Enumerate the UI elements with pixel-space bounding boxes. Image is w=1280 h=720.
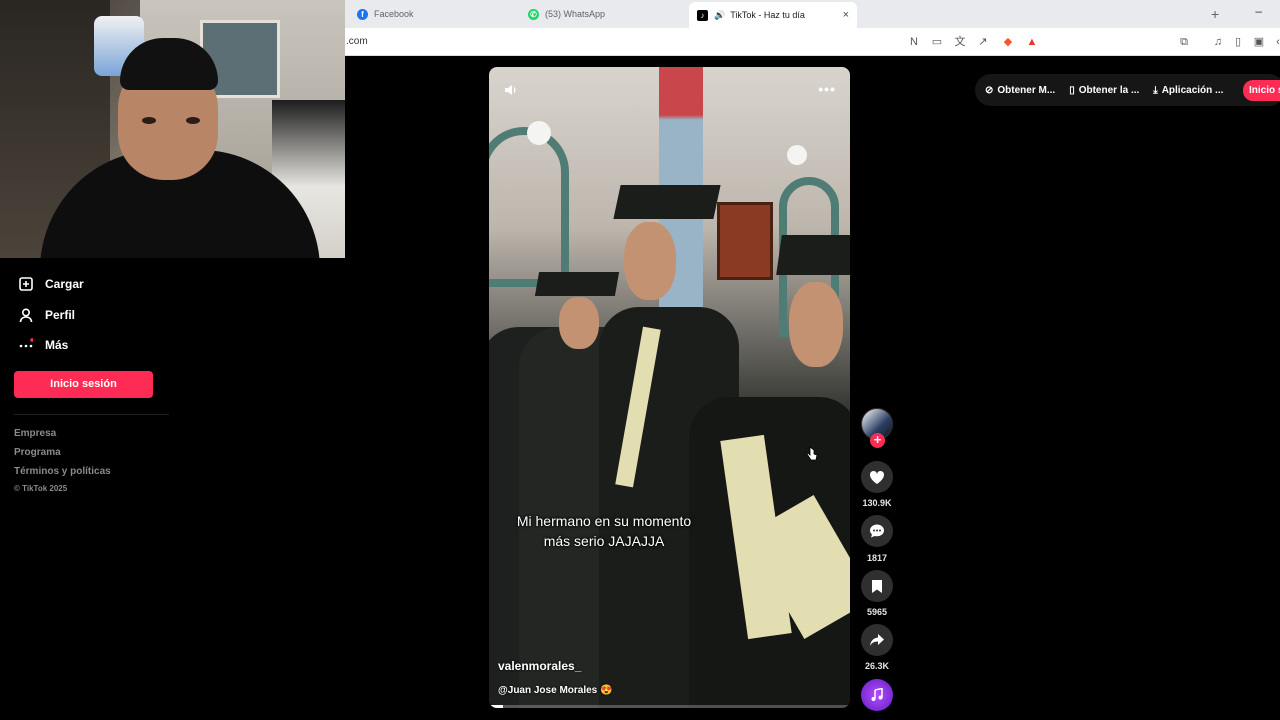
save-count: 5965	[866, 607, 888, 617]
video-face	[559, 297, 599, 349]
video-face	[624, 222, 676, 300]
reader-off-icon[interactable]: N	[907, 35, 921, 49]
url-field[interactable]: .com	[346, 36, 368, 47]
person-icon	[18, 307, 34, 323]
footer-link-empresa[interactable]: Empresa	[14, 428, 56, 439]
share-count: 26.3K	[864, 661, 890, 671]
sidebar-item-perfil[interactable]: Perfil	[18, 307, 75, 323]
facebook-icon: f	[357, 8, 368, 20]
browser-tab-bar: f Facebook ✆ (53) WhatsApp ♪ 🔊 TikTok - …	[345, 0, 1280, 28]
desktop-app-button[interactable]: ⤓ Aplicación ...	[1153, 85, 1223, 96]
get-coins-button[interactable]: ⊘ Obtener M...	[985, 85, 1055, 96]
overflow-icon[interactable]: ‹	[1271, 35, 1280, 49]
video-author[interactable]: valenmorales_	[498, 659, 581, 673]
rewards-triangle-icon[interactable]: ▲	[1025, 35, 1039, 49]
like-button[interactable]	[861, 461, 893, 493]
tiktok-icon: ♪	[697, 9, 708, 21]
close-tab-icon[interactable]: ×	[843, 9, 849, 21]
brave-shield-icon[interactable]: ◆	[1001, 35, 1015, 49]
video-face	[789, 282, 843, 367]
video-progress-bar[interactable]	[489, 705, 850, 708]
music-disc[interactable]	[861, 679, 893, 711]
sidebar-item-label: Más	[45, 338, 69, 352]
volume-icon[interactable]	[503, 82, 519, 98]
address-bar: .com N ▭ 文 ↗ ◆ ▲ ⧉ ♫ ▯ ▣ ‹	[345, 28, 1280, 56]
caption-line: más serio JAJAJJA	[543, 533, 665, 549]
wallet-icon[interactable]: ▣	[1252, 35, 1266, 49]
video-lamp	[527, 121, 551, 145]
tab-label: TikTok - Haz tu día	[730, 10, 805, 20]
sidebar-item-mas[interactable]: Más	[18, 337, 68, 353]
tab-tiktok[interactable]: ♪ 🔊 TikTok - Haz tu día ×	[689, 2, 857, 28]
video-caption: Mi hermano en su momento más serio JAJAJ…	[489, 511, 719, 551]
video-progress-fill	[489, 705, 504, 708]
divider	[14, 414, 169, 415]
webcam-eye-right	[186, 117, 200, 124]
video-painting	[717, 202, 773, 280]
share-icon[interactable]: ↗	[976, 35, 990, 49]
pill-label: Obtener M...	[997, 84, 1056, 96]
caption-line: Mi hermano en su momento	[516, 513, 692, 529]
translate-icon[interactable]: 文	[953, 35, 967, 49]
hand-cursor-icon	[806, 446, 818, 461]
music-queue-icon[interactable]: ♫	[1211, 35, 1225, 49]
tab-label: (53) WhatsApp	[545, 9, 606, 19]
sidebar-item-cargar[interactable]: Cargar	[18, 276, 84, 292]
new-tab-button[interactable]: +	[1211, 6, 1219, 22]
pill-label: Obtener la ...	[1078, 84, 1140, 96]
cast-icon[interactable]: ▭	[930, 35, 944, 49]
top-actions-bar: ⊘ Obtener M... ▯ Obtener la ... ⤓ Aplica…	[975, 74, 1280, 106]
coin-icon: ⊘	[985, 84, 994, 96]
login-button[interactable]: Inicio sesión	[14, 371, 153, 398]
download-icon: ⤓	[1153, 84, 1158, 96]
phone-icon: ▯	[1069, 84, 1075, 96]
comment-icon	[870, 524, 884, 538]
video-music-credit[interactable]: @Juan Jose Morales 😍	[498, 685, 612, 696]
footer-link-programa[interactable]: Programa	[14, 447, 61, 458]
webcam-overlay	[0, 0, 345, 258]
bookmark-icon	[872, 579, 882, 593]
speaker-icon: 🔊	[714, 9, 726, 20]
tab-whatsapp[interactable]: ✆ (53) WhatsApp	[520, 3, 690, 25]
share-arrow-icon	[870, 634, 884, 646]
sidebar-toggle-icon[interactable]: ▯	[1231, 35, 1245, 49]
pill-label: Aplicación ...	[1161, 84, 1224, 96]
screenshot-icon[interactable]: ⧉	[1177, 35, 1191, 49]
webcam-eye-left	[142, 117, 156, 124]
video-arch-left	[489, 127, 569, 287]
footer-link-terminos[interactable]: Términos y políticas	[14, 466, 111, 477]
save-button[interactable]	[861, 570, 893, 602]
video-cap	[613, 185, 721, 219]
minimize-button[interactable]: –	[1255, 4, 1262, 18]
top-login-button[interactable]: Inicio s	[1243, 80, 1280, 101]
comment-button[interactable]	[861, 515, 893, 547]
like-count: 130.9K	[862, 498, 892, 508]
upload-plus-icon	[18, 276, 34, 292]
follow-plus-icon[interactable]: +	[870, 433, 885, 448]
comment-count: 1817	[866, 553, 888, 563]
copyright: © TikTok 2025	[14, 484, 68, 493]
video-cap	[534, 272, 620, 296]
sidebar-item-label: Perfil	[45, 308, 76, 322]
video-cap	[776, 235, 850, 275]
whatsapp-icon: ✆	[528, 8, 539, 20]
video-lamp	[787, 145, 807, 165]
more-dots-icon	[18, 337, 34, 353]
video-player[interactable]: ••• Mi hermano en su momento más serio J…	[489, 67, 850, 708]
heart-icon	[869, 470, 885, 484]
get-app-button[interactable]: ▯ Obtener la ...	[1069, 85, 1139, 96]
share-button[interactable]	[861, 624, 893, 656]
tab-facebook[interactable]: f Facebook	[349, 3, 519, 25]
music-note-icon	[871, 688, 883, 701]
sidebar-item-label: Cargar	[45, 277, 84, 291]
more-options-icon[interactable]: •••	[818, 81, 836, 97]
screen: f Facebook ✆ (53) WhatsApp ♪ 🔊 TikTok - …	[0, 0, 1280, 720]
tab-label: Facebook	[374, 9, 414, 19]
